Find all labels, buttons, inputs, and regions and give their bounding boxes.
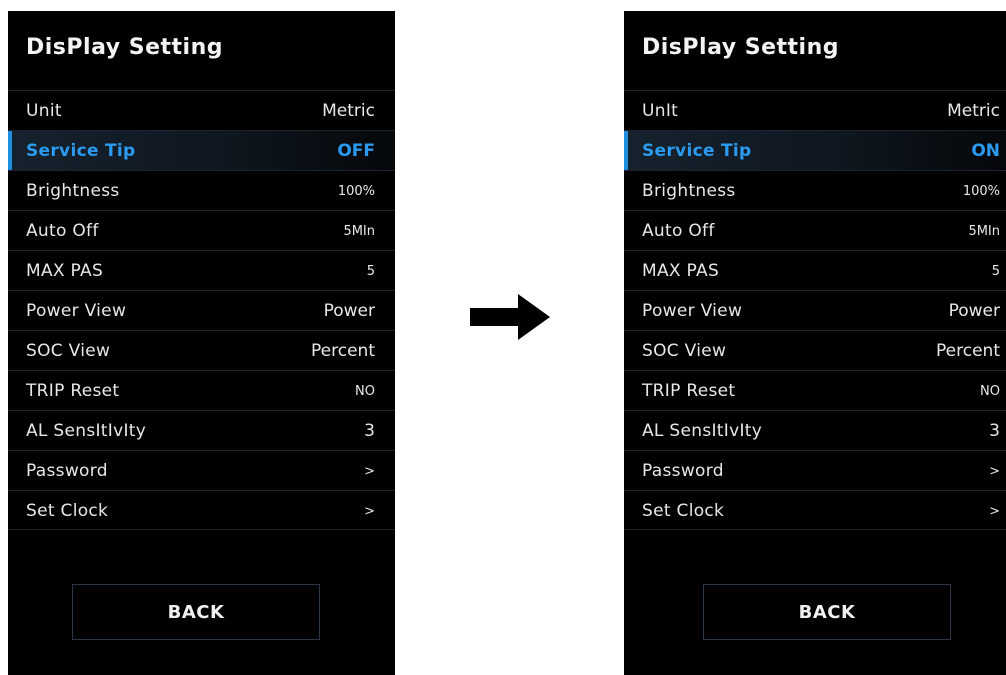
setting-label: Auto Off: [26, 221, 99, 241]
setting-value: Percent: [311, 341, 375, 361]
setting-row-brightness[interactable]: Brightness 100%: [624, 170, 1006, 210]
setting-label: TRIP Reset: [642, 381, 736, 401]
setting-label: Service Tip: [26, 141, 136, 161]
setting-row-service-tip[interactable]: Service Tip OFF: [8, 130, 395, 170]
setting-label: Brightness: [26, 181, 120, 201]
setting-row-unit[interactable]: Unit Metric: [8, 90, 395, 130]
setting-row-max-pas[interactable]: MAX PAS 5: [8, 250, 395, 290]
settings-list: Unit Metric Service Tip OFF Brightness 1…: [8, 90, 395, 530]
back-button[interactable]: BACK: [703, 584, 951, 640]
setting-row-unit[interactable]: UnIt Metric: [624, 90, 1006, 130]
setting-label: SOC View: [26, 341, 111, 361]
setting-label: MAX PAS: [642, 261, 720, 281]
setting-value: 5MIn: [343, 224, 375, 239]
setting-row-password[interactable]: Password >: [8, 450, 395, 490]
chevron-right-icon: >: [364, 504, 375, 519]
setting-value: ON: [971, 141, 1000, 161]
setting-label: Power View: [642, 301, 743, 321]
setting-row-set-clock[interactable]: Set Clock >: [624, 490, 1006, 530]
setting-value: Metric: [322, 101, 375, 121]
setting-value: 3: [989, 421, 1000, 441]
setting-row-brightness[interactable]: Brightness 100%: [8, 170, 395, 210]
back-button[interactable]: BACK: [72, 584, 320, 640]
setting-row-service-tip[interactable]: Service Tip ON: [624, 130, 1006, 170]
setting-value: 3: [364, 421, 375, 441]
setting-value: 5: [366, 264, 375, 279]
setting-row-soc-view[interactable]: SOC View Percent: [624, 330, 1006, 370]
setting-label: Power View: [26, 301, 127, 321]
setting-row-trip-reset[interactable]: TRIP Reset NO: [8, 370, 395, 410]
setting-label: Password: [26, 461, 108, 481]
setting-row-al-sensitivity[interactable]: AL SensItIvIty 3: [624, 410, 1006, 450]
setting-value: 5: [991, 264, 1000, 279]
setting-value: 100%: [337, 184, 375, 199]
chevron-right-icon: >: [989, 464, 1000, 479]
setting-label: MAX PAS: [26, 261, 104, 281]
setting-row-password[interactable]: Password >: [624, 450, 1006, 490]
setting-value: Power: [948, 301, 1000, 321]
chevron-right-icon: >: [989, 504, 1000, 519]
setting-row-al-sensitivity[interactable]: AL SensItIvIty 3: [8, 410, 395, 450]
setting-label: TRIP Reset: [26, 381, 120, 401]
settings-list: UnIt Metric Service Tip ON Brightness 10…: [624, 90, 1006, 530]
setting-row-power-view[interactable]: Power View Power: [8, 290, 395, 330]
setting-row-max-pas[interactable]: MAX PAS 5: [624, 250, 1006, 290]
display-setting-screen-after: DisPlay Setting UnIt Metric Service Tip …: [624, 11, 1006, 675]
setting-label: Auto Off: [642, 221, 715, 241]
setting-label: AL SensItIvIty: [26, 421, 147, 441]
setting-label: AL SensItIvIty: [642, 421, 763, 441]
setting-row-power-view[interactable]: Power View Power: [624, 290, 1006, 330]
right-arrow-icon: [470, 294, 550, 340]
setting-row-set-clock[interactable]: Set Clock >: [8, 490, 395, 530]
setting-row-auto-off[interactable]: Auto Off 5MIn: [624, 210, 1006, 250]
setting-label: Set Clock: [642, 501, 725, 521]
setting-value: Metric: [947, 101, 1000, 121]
setting-value: 5MIn: [968, 224, 1000, 239]
setting-label: Password: [642, 461, 724, 481]
screen-title: DisPlay Setting: [642, 35, 839, 60]
setting-label: Unit: [26, 101, 62, 121]
setting-value: 100%: [962, 184, 1000, 199]
setting-value: Power: [323, 301, 375, 321]
setting-row-trip-reset[interactable]: TRIP Reset NO: [624, 370, 1006, 410]
setting-value: OFF: [337, 141, 375, 161]
setting-value: NO: [355, 384, 375, 399]
setting-row-soc-view[interactable]: SOC View Percent: [8, 330, 395, 370]
display-setting-screen-before: DisPlay Setting Unit Metric Service Tip …: [8, 11, 395, 675]
setting-value: NO: [980, 384, 1000, 399]
setting-label: Brightness: [642, 181, 736, 201]
setting-row-auto-off[interactable]: Auto Off 5MIn: [8, 210, 395, 250]
screen-title: DisPlay Setting: [26, 35, 223, 60]
setting-label: UnIt: [642, 101, 679, 121]
setting-label: Set Clock: [26, 501, 109, 521]
setting-label: Service Tip: [642, 141, 752, 161]
setting-value: Percent: [936, 341, 1000, 361]
setting-label: SOC View: [642, 341, 727, 361]
chevron-right-icon: >: [364, 464, 375, 479]
